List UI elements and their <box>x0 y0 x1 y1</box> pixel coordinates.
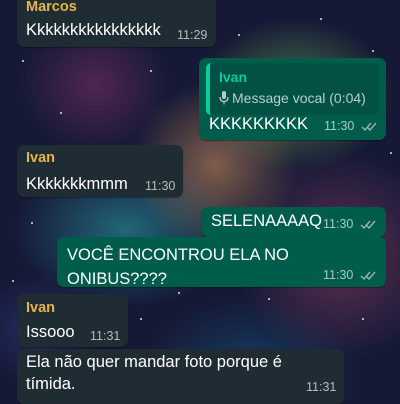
quoted-text: Message vocal (0:04) <box>232 90 366 106</box>
message-text: Issooo <box>26 323 75 341</box>
message-text-line-2: tímida. <box>26 375 76 393</box>
quoted-sender-name: Ivan <box>219 69 248 85</box>
message-text: Kkkkkkkkkkkkkkkk <box>26 21 161 39</box>
message-time: 11:30 <box>323 217 354 231</box>
double-check-icon <box>360 220 376 230</box>
message-incoming-ivan[interactable]: Ela não quer mandar foto porque é tímida… <box>17 349 344 404</box>
chat-screen: { "messages": [ {"sender": "Marcos", "te… <box>0 0 400 404</box>
message-outgoing[interactable]: VOCÊ ENCONTROU ELA NO ONIBUS???? 11:30 <box>57 237 386 288</box>
message-time: 11:30 <box>145 179 176 193</box>
message-time: 11:29 <box>177 28 208 42</box>
message-time: 11:30 <box>323 268 354 282</box>
message-text: Kkkkkkkmmm <box>26 175 128 193</box>
message-outgoing-reply[interactable]: Ivan Message vocal (0:04) KKKKKKKKK 11:3… <box>199 58 386 140</box>
message-text-line-1: Ela não quer mandar foto porque é <box>26 353 282 371</box>
sender-name: Ivan <box>26 300 56 316</box>
sender-name: Marcos <box>26 0 77 15</box>
message-text: VOCÊ ENCONTROU ELA NO ONIBUS???? <box>67 246 289 288</box>
message-text: KKKKKKKKK <box>209 115 309 133</box>
sender-name: Ivan <box>26 150 56 166</box>
message-time: 11:30 <box>324 119 355 133</box>
mic-icon <box>219 91 229 105</box>
quoted-voice-message: Message vocal (0:04) <box>219 90 366 106</box>
message-outgoing[interactable]: SELENAAAAQ 11:30 <box>201 207 386 237</box>
message-text: SELENAAAAQ <box>211 212 322 230</box>
message-time: 11:31 <box>90 329 121 343</box>
message-time: 11:31 <box>306 380 337 394</box>
quoted-message[interactable]: Ivan Message vocal (0:04) <box>206 63 379 115</box>
message-incoming-ivan[interactable]: Ivan Issooo 11:31 <box>17 294 128 347</box>
double-check-icon <box>360 271 376 281</box>
double-check-icon <box>361 122 377 132</box>
message-incoming-marcos[interactable]: Marcos Kkkkkkkkkkkkkkkk 11:29 <box>17 0 216 47</box>
message-incoming-ivan[interactable]: Ivan Kkkkkkkmmm 11:30 <box>17 145 183 197</box>
